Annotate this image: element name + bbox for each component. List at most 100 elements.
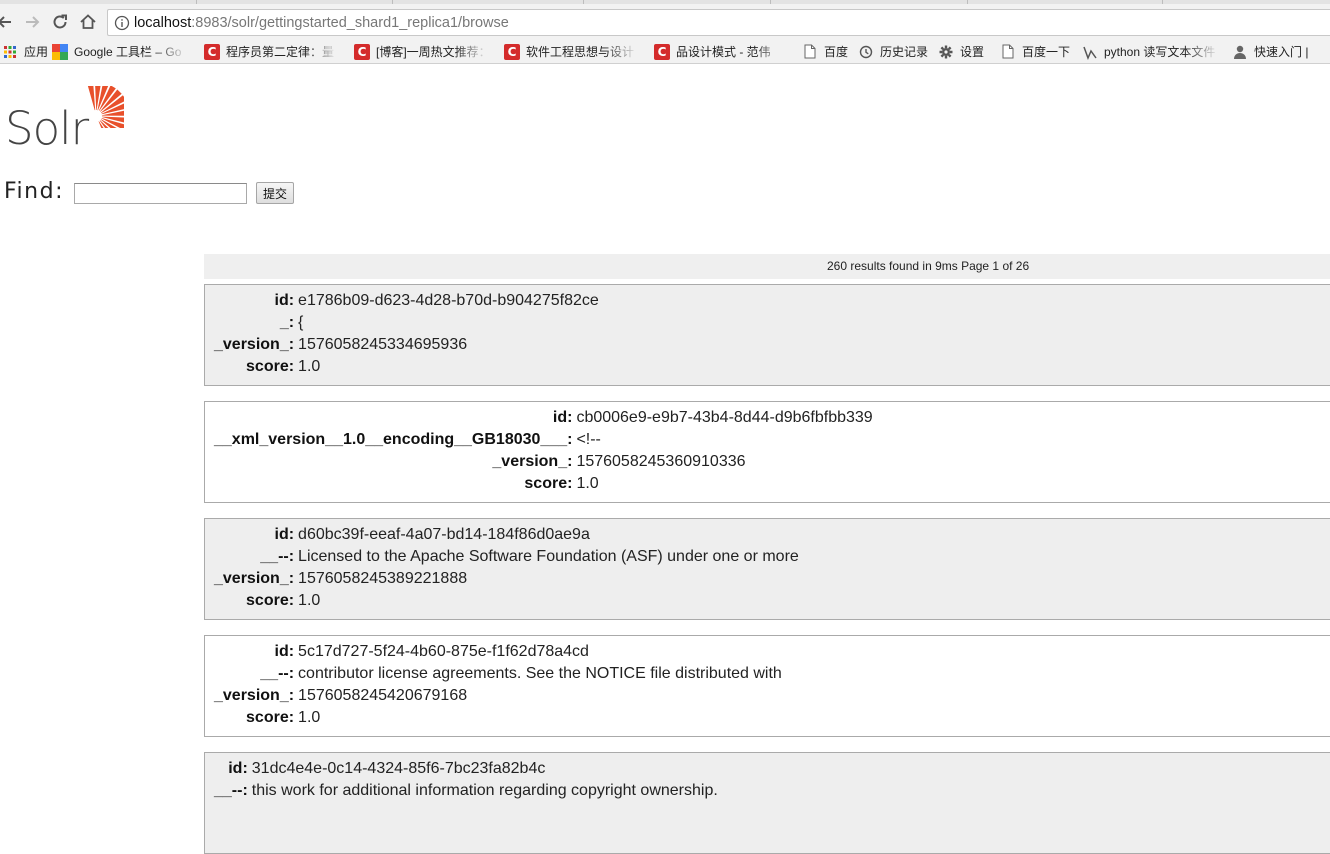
field-name: __--: [260,548,295,565]
doc-field-row: _version_: 1576058245420679168 [214,685,782,707]
field-value: 5c17d727-5f24-4b60-875e-f1f62d78a4cd [298,643,589,660]
field-value: <!-- [576,431,601,448]
field-name: __xml_version__1.0__encoding__GB18030___… [214,431,573,448]
bookmark-csdn-2[interactable]: C [博客]一周热文推荐： [350,40,500,63]
field-value: 1576058245420679168 [298,687,468,704]
csdn-icon: C [354,43,370,60]
bookmark-baidu[interactable]: 百度 [800,40,856,63]
field-name: id: [274,526,295,543]
field-value: 1.0 [298,709,321,726]
reload-icon [53,14,67,29]
result-doc: id: d60bc39f-eeaf-4a07-bd14-184f86d0ae9a … [204,518,1330,620]
field-name: _version_: [492,453,573,470]
bookmark-label: 百度 [824,45,849,59]
field-value: 1576058245360910336 [576,453,746,470]
back-button[interactable] [0,11,16,33]
gear-icon [938,44,954,60]
field-value: 1.0 [298,592,321,609]
bookmark-apps[interactable]: 应用 [0,40,52,63]
field-value: 31dc4e4e-0c14-4324-85f6-7bc23fa82b4c [251,760,546,777]
bookmark-label: python 读写文本文件 [1104,45,1216,59]
doc-field-row: score: 1.0 [214,707,782,729]
field-value: e1786b09-d623-4d28-b70d-b904275f82ce [298,292,599,309]
csdn-icon: C [204,43,220,60]
field-name: score: [246,592,295,609]
doc-field-row: id: e1786b09-d623-4d28-b70d-b904275f82ce [214,290,599,312]
info-icon[interactable] [110,15,134,31]
doc-field-row: score: 1.0 [214,590,799,612]
search-form: Find: 提交 [4,178,295,204]
field-value: this work for additional information reg… [251,782,718,799]
bookmark-label: 应用 [24,45,49,59]
results-summary: 260 results found in 9ms Page 1 of 26 [827,259,1030,273]
google-icon [52,43,68,60]
bookmark-csdn-3[interactable]: C 软件工程思想与设计 [500,40,650,63]
submit-button[interactable]: 提交 [256,182,295,204]
url-host: localhost [134,14,192,31]
doc-field-row: id: 5c17d727-5f24-4b60-875e-f1f62d78a4cd [214,641,782,663]
field-name: score: [246,358,295,375]
field-name: score: [524,475,573,492]
bookmark-label: 品设计模式 - 范伟 [676,45,771,59]
result-doc: id: 31dc4e4e-0c14-4324-85f6-7bc23fa82b4c … [204,752,1330,854]
home-icon [80,14,96,29]
field-name: __--: [260,665,295,682]
history-icon [858,44,874,60]
python-icon [1082,44,1098,60]
bookmark-label: 历史记录 [880,45,929,59]
doc-field-row: __--: contributor license agreements. See… [214,663,782,685]
home-button[interactable] [77,11,99,33]
page-icon [1000,44,1016,60]
doc-fields: id: d60bc39f-eeaf-4a07-bd14-184f86d0ae9a … [214,524,799,612]
search-input[interactable] [74,182,247,204]
bookmark-csdn-1[interactable]: C 程序员第二定律：量 [200,40,350,63]
field-name: id: [274,292,295,309]
field-value: cb0006e9-e9b7-43b4-8d44-d9b6fbfbb339 [576,409,873,426]
bookmark-label: 快速入门 | [1254,45,1309,59]
bookmark-python[interactable]: python 读写文本文件 [1078,40,1228,63]
address-url: localhost:8983/solr/gettingstarted_shard… [134,15,509,31]
bookmark-google-toolbar[interactable]: Google 工具栏 – Go [52,40,200,63]
doc-field-row: __--: this work for additional informatio… [214,780,718,802]
field-name: _version_: [214,336,295,353]
bookmark-history[interactable]: 历史记录 [856,40,936,63]
field-name: id: [228,760,248,777]
field-name: _version_: [214,570,295,587]
doc-field-row: __xml_version__1.0__encoding__GB18030___… [214,429,873,451]
bookmark-quickstart[interactable]: 快速入门 | [1228,40,1318,63]
bookmark-csdn-4[interactable]: C 品设计模式 - 范伟 [650,40,800,63]
field-value: d60bc39f-eeaf-4a07-bd14-184f86d0ae9a [298,526,590,543]
field-value: Licensed to the Apache Software Foundati… [298,548,799,565]
solr-logo-text: Solr [5,102,89,155]
doc-fields: id: 5c17d727-5f24-4b60-875e-f1f62d78a4cd … [214,641,782,729]
doc-field-row: id: d60bc39f-eeaf-4a07-bd14-184f86d0ae9a [214,524,799,546]
doc-fields: id: e1786b09-d623-4d28-b70d-b904275f82ce … [214,290,599,378]
field-value: 1.0 [576,475,599,492]
sunburst-ray [87,86,96,111]
doc-field-row: score: 1.0 [214,473,873,495]
doc-field-row: _version_: 1576058245389221888 [214,568,799,590]
solr-logo[interactable]: Solr [5,86,130,155]
field-name: id: [274,643,295,660]
bookmark-label: [博客]一周热文推荐： [376,45,488,59]
bookmark-settings[interactable]: 设置 [936,40,998,63]
field-value: contributor license agreements. See the … [298,665,782,682]
doc-fields: id: cb0006e9-e9b7-43b4-8d44-d9b6fbfbb339 … [214,407,873,495]
csdn-icon: C [654,43,670,60]
forward-button[interactable] [21,11,43,33]
bookmark-label: 设置 [960,45,985,59]
field-value: 1.0 [298,358,321,375]
field-name: score: [246,709,295,726]
doc-field-row: __--: Licensed to the Apache Software Fou… [214,546,799,568]
field-name: _version_: [214,687,295,704]
address-bar[interactable]: localhost:8983/solr/gettingstarted_shard… [107,9,1330,36]
solr-sunburst-icon [87,86,124,128]
bookmark-label: 软件工程思想与设计 [526,45,635,59]
bookmark-baidu-search[interactable]: 百度一下 [998,40,1078,63]
result-doc: id: 5c17d727-5f24-4b60-875e-f1f62d78a4cd … [204,635,1330,737]
bookmarks-bar: 应用 Google 工具栏 – Go C 程序员第二定律：量 C [博客]一周热… [0,40,1330,64]
bookmark-label: 程序员第二定律：量 [226,45,335,59]
reload-button[interactable] [49,11,71,33]
back-arrow-icon [0,16,11,28]
page-icon [802,44,818,60]
